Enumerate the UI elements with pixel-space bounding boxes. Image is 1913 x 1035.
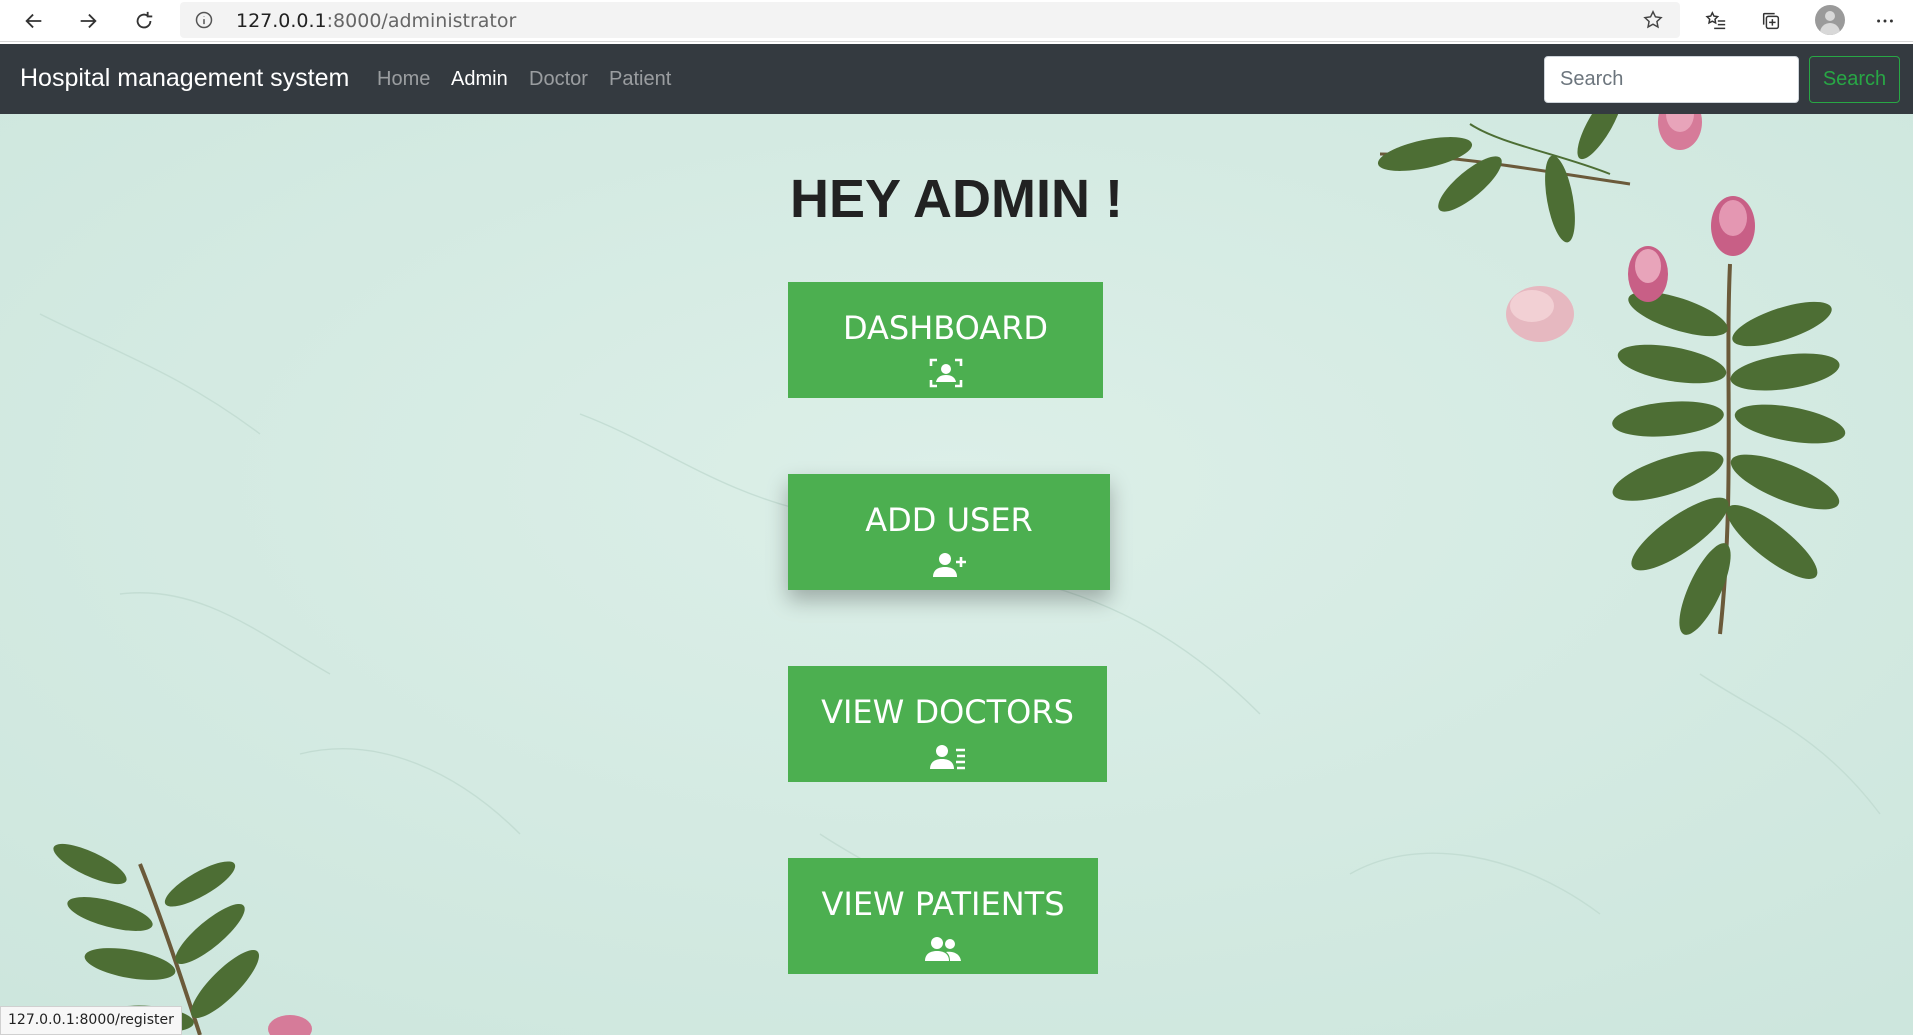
user-list-icon <box>929 745 965 770</box>
user-plus-icon <box>933 553 966 577</box>
site-navbar: Hospital management system Home Admin Do… <box>0 44 1913 114</box>
info-icon[interactable] <box>194 10 214 30</box>
view-patients-button[interactable]: VIEW PATIENTS <box>788 858 1098 974</box>
browser-toolbar: 127.0.0.1:8000/administrator <box>0 0 1913 42</box>
users-icon <box>925 937 961 961</box>
reload-icon[interactable] <box>128 5 160 37</box>
dashboard-button[interactable]: DASHBOARD <box>788 282 1103 398</box>
url-host: 127.0.0.1 <box>236 10 327 32</box>
url-text[interactable]: 127.0.0.1:8000/administrator <box>236 10 516 32</box>
favorite-star-icon[interactable] <box>1642 9 1664 31</box>
more-menu-icon[interactable] <box>1869 5 1901 37</box>
forward-icon[interactable] <box>72 5 104 37</box>
profile-avatar-icon[interactable] <box>1815 5 1845 35</box>
view-doctors-button-label: VIEW DOCTORS <box>821 693 1074 731</box>
dashboard-button-label: DASHBOARD <box>842 309 1049 347</box>
address-bar[interactable]: 127.0.0.1:8000/administrator <box>180 2 1680 38</box>
main-content: HEY ADMIN ! DASHBOARD ADD USER VIEW DOCT… <box>0 114 1913 1035</box>
status-bar-url: 127.0.0.1:8000/register <box>0 1006 182 1035</box>
collections-icon[interactable] <box>1755 5 1787 37</box>
add-user-button-label: ADD USER <box>865 501 1033 539</box>
nav-link-patient[interactable]: Patient <box>609 68 671 91</box>
favorites-list-icon[interactable] <box>1700 5 1732 37</box>
view-patients-button-label: VIEW PATIENTS <box>821 885 1065 923</box>
nav-link-home[interactable]: Home <box>377 68 430 91</box>
nav-link-admin[interactable]: Admin <box>451 68 508 91</box>
brand-title[interactable]: Hospital management system <box>20 64 349 93</box>
view-doctors-button[interactable]: VIEW DOCTORS <box>788 666 1107 782</box>
add-user-button[interactable]: ADD USER <box>788 474 1110 590</box>
nav-link-doctor[interactable]: Doctor <box>529 68 588 91</box>
search-input[interactable] <box>1544 56 1799 103</box>
back-icon[interactable] <box>18 5 50 37</box>
search-button[interactable]: Search <box>1809 56 1900 103</box>
user-scan-icon <box>929 358 962 388</box>
url-path: :8000/administrator <box>326 10 517 32</box>
page-heading: HEY ADMIN ! <box>789 169 1124 229</box>
